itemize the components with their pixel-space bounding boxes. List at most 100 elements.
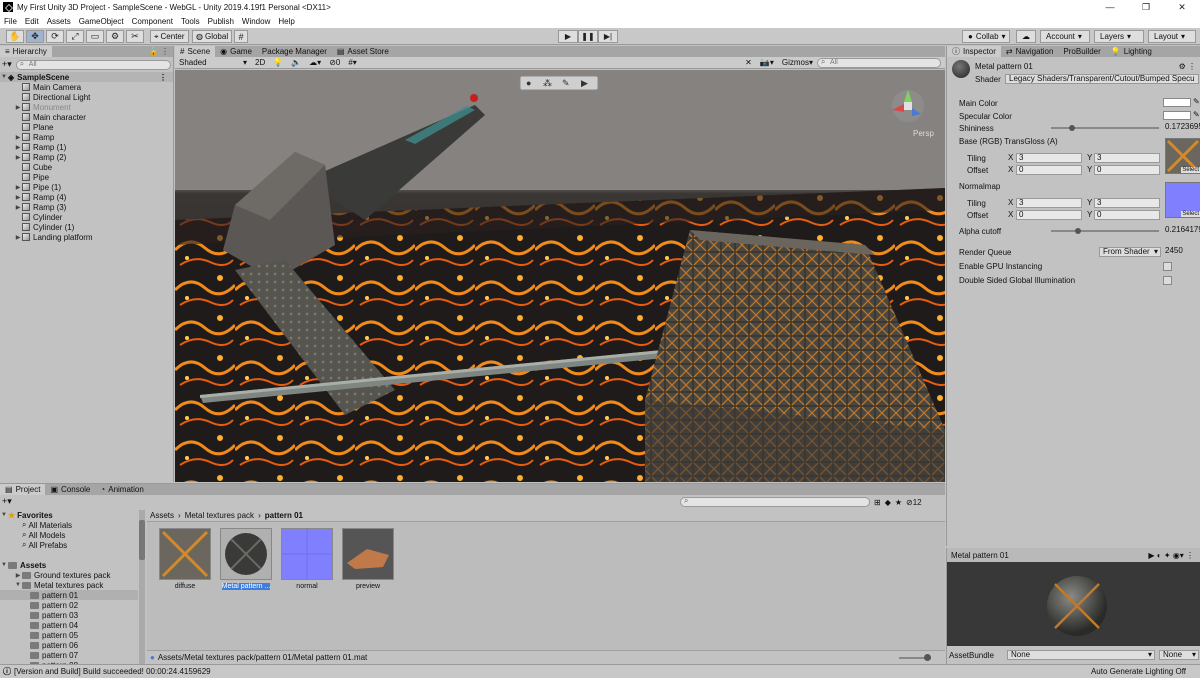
filter-label-icon[interactable]: ◆ <box>885 498 891 507</box>
material-preview[interactable] <box>947 562 1200 646</box>
gizmos-dropdown[interactable]: Gizmos▾ <box>778 58 817 67</box>
thumbnail-size-slider[interactable] <box>899 653 931 661</box>
main-color-swatch[interactable] <box>1163 98 1191 107</box>
layout-dropdown[interactable]: Layout ▾ <box>1148 30 1196 43</box>
alpha-cutoff-slider[interactable] <box>1051 228 1159 234</box>
transform-tool-icon[interactable]: ⚙ <box>106 30 124 43</box>
tab-asset-store[interactable]: ▤ Asset Store <box>332 46 394 57</box>
hierarchy-item[interactable]: ▶ Ramp (1) <box>0 142 173 152</box>
breadcrumb-pattern-01[interactable]: pattern 01 <box>265 511 303 520</box>
hierarchy-item[interactable]: ▶ Monument <box>0 102 173 112</box>
tab-lighting[interactable]: 💡 Lighting <box>1106 46 1157 57</box>
rect-tool-icon[interactable]: ▭ <box>86 30 104 43</box>
base-offset-x-field[interactable]: 0 <box>1016 165 1082 175</box>
folder-row[interactable]: pattern 06 <box>0 640 138 650</box>
hand-tool-icon[interactable]: ✋ <box>6 30 24 43</box>
normal-offset-y-field[interactable]: 0 <box>1094 210 1160 220</box>
assetbundle-variant-dropdown[interactable]: None ▾ <box>1159 650 1199 660</box>
pivot-center-button[interactable]: ⌖ Center <box>150 30 189 43</box>
chevron-right-icon[interactable]: ▶ <box>14 184 22 191</box>
favorite-item[interactable]: ⌕ All Models <box>0 530 138 540</box>
tab-game[interactable]: ◉ Game <box>215 46 257 57</box>
eyedropper-icon[interactable]: ✎ <box>1193 110 1200 119</box>
chevron-down-icon[interactable]: ▼ <box>0 74 8 80</box>
hierarchy-item[interactable]: ▶ Ramp (3) <box>0 202 173 212</box>
asset-item-preview[interactable]: preview <box>338 528 398 590</box>
render-queue-value[interactable]: 2450 <box>1163 247 1200 257</box>
folder-row[interactable]: pattern 07 <box>0 650 138 660</box>
folder-row[interactable]: ▶ Ground textures pack <box>0 570 138 580</box>
hierarchy-item[interactable]: Cube <box>0 162 173 172</box>
asset-item-diffuse[interactable]: diffuse <box>155 528 215 590</box>
folder-row[interactable]: pattern 04 <box>0 620 138 630</box>
scene-orientation-gizmo[interactable] <box>892 90 924 122</box>
asset-item-material[interactable]: Metal pattern ... <box>216 528 276 590</box>
effects-dropdown-icon[interactable]: ☁▾ <box>305 58 325 67</box>
favorite-star-icon[interactable]: ★ <box>895 498 902 507</box>
hierarchy-item[interactable]: Cylinder <box>0 212 173 222</box>
tab-inspector[interactable]: ⓘ Inspector <box>947 46 1001 57</box>
chevron-right-icon[interactable]: ▶ <box>14 204 22 211</box>
project-search-input[interactable] <box>680 497 870 507</box>
more-icon[interactable]: ⋮ <box>159 73 167 82</box>
step-button[interactable]: ▶| <box>598 30 618 43</box>
scrollbar-thumb[interactable] <box>139 520 145 560</box>
chevron-right-icon[interactable]: ▶ <box>14 104 22 111</box>
collab-dropdown[interactable]: ● Collab ▾ <box>962 30 1010 43</box>
account-dropdown[interactable]: Account ▾ <box>1040 30 1090 43</box>
brush-icon[interactable]: ✎ <box>562 78 570 88</box>
menu-edit[interactable]: Edit <box>25 17 39 26</box>
scale-tool-icon[interactable]: ⤢ <box>66 30 84 43</box>
chevron-right-icon[interactable]: ▶ <box>14 194 22 201</box>
assets-root-row[interactable]: ▼ Assets <box>0 560 138 570</box>
play-button[interactable]: ▶ <box>558 30 578 43</box>
favorite-item[interactable]: ⌕ All Materials <box>0 520 138 530</box>
scene-root[interactable]: ▼ ◈ SampleScene ⋮ <box>0 72 173 82</box>
asset-item-normal[interactable]: normal <box>277 528 337 590</box>
menu-assets[interactable]: Assets <box>47 17 71 26</box>
folder-row[interactable]: ▼ Metal textures pack <box>0 580 138 590</box>
hierarchy-item[interactable]: Main character <box>0 112 173 122</box>
base-tiling-y-field[interactable]: 3 <box>1094 153 1160 163</box>
chevron-down-icon[interactable]: ▼ <box>0 512 8 518</box>
pause-button[interactable]: ❚❚ <box>578 30 598 43</box>
tools-icon[interactable]: ✕ <box>741 58 756 67</box>
scene-viewport[interactable]: Persp ● ⁂ ✎ ▶ <box>175 70 945 482</box>
hidden-packages-toggle[interactable]: ⊘12 <box>906 498 922 507</box>
hierarchy-item[interactable]: ▶ Pipe (1) <box>0 182 173 192</box>
folder-row[interactable]: pattern 03 <box>0 610 138 620</box>
lighting-status[interactable]: Auto Generate Lighting Off <box>1091 667 1186 676</box>
hierarchy-item[interactable]: ▶ Landing platform <box>0 232 173 242</box>
2d-toggle[interactable]: 2D <box>251 58 269 67</box>
cloud-button[interactable]: ☁ <box>1016 30 1036 43</box>
tab-animation[interactable]: ◔ Animation <box>95 484 148 495</box>
chevron-right-icon[interactable]: ▶ <box>14 154 22 161</box>
lighting-toggle-icon[interactable]: 💡 <box>269 58 287 67</box>
preview-controls[interactable]: ▶ ◐ ✦ ◉▾ ⋮ <box>1148 551 1194 560</box>
chevron-right-icon[interactable]: ▶ <box>14 134 22 141</box>
hierarchy-item[interactable]: Directional Light <box>0 92 173 102</box>
minimize-button[interactable]: — <box>1092 0 1128 14</box>
grid-toggle-icon[interactable]: #▾ <box>344 58 360 67</box>
menu-component[interactable]: Component <box>132 17 173 26</box>
breadcrumb-metal-textures-pack[interactable]: Metal textures pack <box>185 511 254 520</box>
folder-tree-scrollbar[interactable] <box>139 510 145 665</box>
hierarchy-item[interactable]: ▶ Ramp (2) <box>0 152 173 162</box>
chevron-right-icon[interactable]: ▶ <box>14 144 22 151</box>
eyedropper-icon[interactable]: ✎ <box>1193 97 1200 106</box>
hidden-objects-toggle[interactable]: ⊘0 <box>325 58 344 67</box>
shader-dropdown[interactable]: Legacy Shaders/Transparent/Cutout/Bumped… <box>1005 74 1199 84</box>
slider-knob[interactable] <box>924 653 931 661</box>
tab-hierarchy[interactable]: ≡ Hierarchy <box>0 46 52 57</box>
panel-menu-icon[interactable]: 🔒 ⋮ <box>149 46 169 57</box>
chevron-right-icon[interactable]: ▶ <box>14 234 22 241</box>
specular-color-swatch[interactable] <box>1163 111 1191 120</box>
tab-package-manager[interactable]: Package Manager <box>257 46 332 57</box>
favorite-item[interactable]: ⌕ All Prefabs <box>0 540 138 550</box>
create-asset-button[interactable]: +▾ <box>2 496 12 507</box>
render-queue-dropdown[interactable]: From Shader ▾ <box>1099 247 1161 257</box>
persp-label[interactable]: Persp <box>913 129 934 138</box>
shininess-slider[interactable] <box>1051 125 1159 131</box>
filter-type-icon[interactable]: ⊞ <box>874 498 881 507</box>
scene-search-input[interactable]: All <box>817 57 941 68</box>
